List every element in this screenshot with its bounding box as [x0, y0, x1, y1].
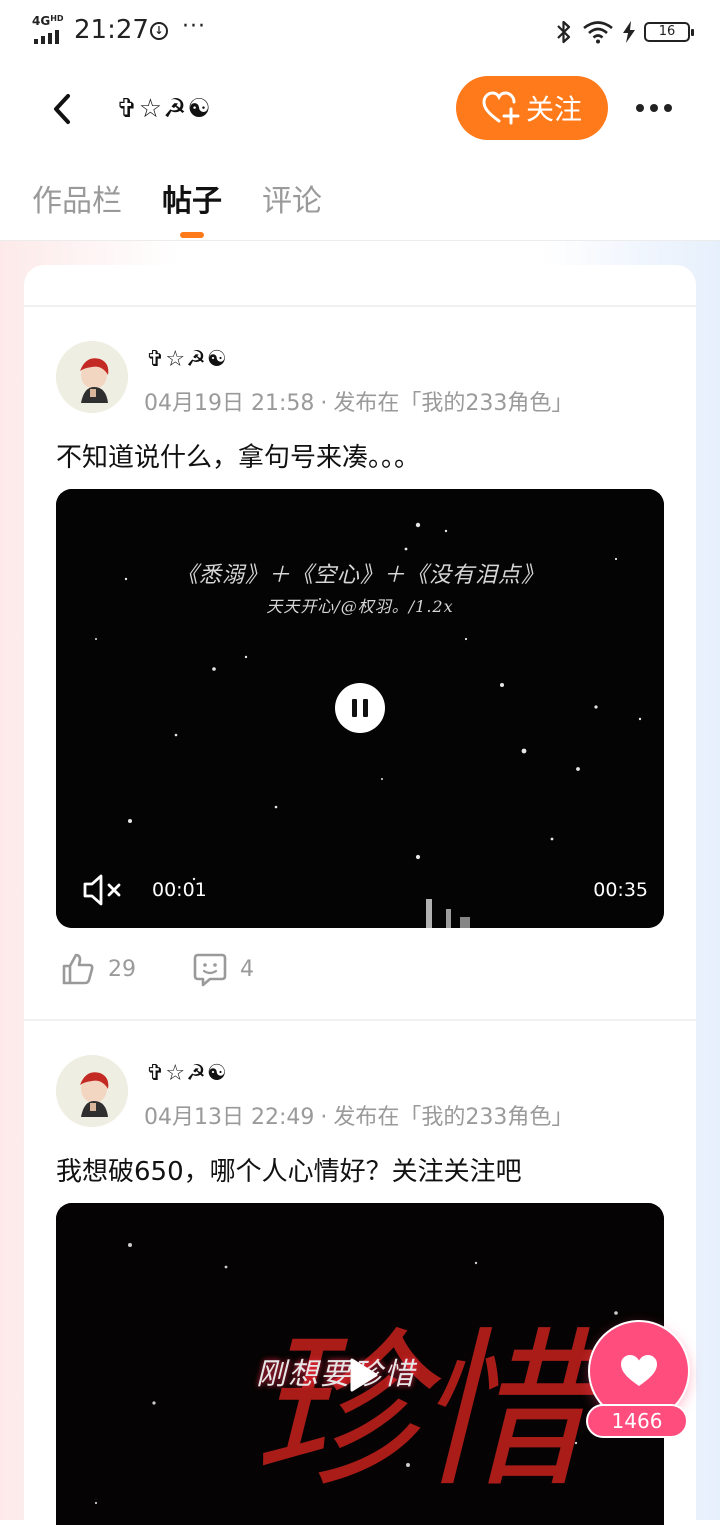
- comment-icon: [193, 953, 227, 987]
- play-icon[interactable]: [342, 1355, 382, 1395]
- video-overlay-subtitle: 天天开心/@权羽。/1.2x: [266, 597, 454, 616]
- divider: [24, 1019, 696, 1021]
- back-chevron-icon[interactable]: [46, 90, 78, 128]
- profile-tabs: 作品栏 帖子 评论: [0, 160, 720, 241]
- tab-works[interactable]: 作品栏: [32, 176, 122, 220]
- video-duration: 00:35: [593, 879, 648, 901]
- heart-icon: [621, 1355, 657, 1386]
- like-button[interactable]: 29: [60, 951, 136, 987]
- post-author[interactable]: ✞☆☭☯: [146, 347, 228, 372]
- bluetooth-icon: [557, 20, 571, 44]
- video-player[interactable]: 珍惜 刚想要珍惜: [56, 1203, 664, 1525]
- charging-icon: [623, 21, 635, 43]
- post-date: 04月19日 21:58: [144, 391, 315, 416]
- more-options-icon[interactable]: [636, 94, 676, 122]
- divider: [24, 305, 696, 307]
- follow-button[interactable]: 关注: [456, 76, 608, 140]
- post-card[interactable]: ✞☆☭☯ 04月19日 21:58 · 发布在「我的233角色」 不知道说什么，拿句…: [24, 339, 696, 1019]
- video-overlay-big-text: 珍惜: [252, 1313, 586, 1511]
- video-current-time: 00:01: [152, 879, 207, 901]
- video-player[interactable]: 《悉溺》＋《空心》＋《没有泪点》 天天开心/@权羽。/1.2x 00:01 00…: [56, 489, 664, 928]
- signal-icon: [34, 30, 59, 44]
- follow-label: 关注: [525, 93, 582, 126]
- post-text: 不知道说什么，拿句号来凑。。。: [56, 443, 421, 473]
- post-channel[interactable]: 发布在「我的233角色」: [333, 1105, 573, 1130]
- status-time: 21:27: [74, 15, 149, 45]
- mute-icon[interactable]: [82, 872, 124, 908]
- post-card[interactable]: ✞☆☭☯ 04月13日 22:49 · 发布在「我的233角色」 我想破650，哪个…: [24, 1053, 696, 1525]
- comment-button[interactable]: 4: [192, 951, 254, 987]
- active-tab-indicator: [180, 232, 204, 238]
- status-bar: 4GHD 21:27 ↓ ··· 16: [0, 0, 720, 64]
- tab-comments[interactable]: 评论: [262, 176, 322, 220]
- avatar[interactable]: [56, 1055, 128, 1127]
- post-meta: 04月19日 21:58 · 发布在「我的233角色」: [144, 391, 574, 416]
- post-channel[interactable]: 发布在「我的233角色」: [333, 391, 573, 416]
- post-author[interactable]: ✞☆☭☯: [146, 1061, 228, 1086]
- top-bar: ✞☆☭☯ 关注: [0, 64, 720, 154]
- like-count: 29: [108, 956, 136, 982]
- heart-plus-icon: [482, 91, 520, 125]
- post-meta: 04月13日 22:49 · 发布在「我的233角色」: [144, 1105, 574, 1130]
- comment-count: 4: [240, 956, 254, 982]
- data-saver-icon: ↓: [150, 22, 168, 40]
- pause-button[interactable]: [335, 683, 385, 733]
- thumbs-up-icon: [62, 953, 94, 985]
- wifi-icon: [583, 21, 613, 44]
- video-overlay-title: 《悉溺》＋《空心》＋《没有泪点》: [175, 563, 544, 588]
- post-date: 04月13日 22:49: [144, 1105, 315, 1130]
- video-overlay-text: 刚想要珍惜: [256, 1357, 416, 1392]
- network-indicator: 4GHD: [32, 14, 66, 44]
- more-notifications-icon: ···: [182, 14, 206, 39]
- post-feed: ✞☆☭☯ 04月19日 21:58 · 发布在「我的233角色」 不知道说什么，拿句…: [24, 265, 696, 1525]
- post-text: 我想破650，哪个人心情好？关注关注吧: [56, 1157, 522, 1187]
- tab-posts[interactable]: 帖子: [162, 176, 222, 220]
- page-title: ✞☆☭☯: [116, 94, 212, 124]
- avatar[interactable]: [56, 341, 128, 413]
- battery-icon: 16: [644, 22, 694, 42]
- like-total-count: 1466: [586, 1404, 688, 1438]
